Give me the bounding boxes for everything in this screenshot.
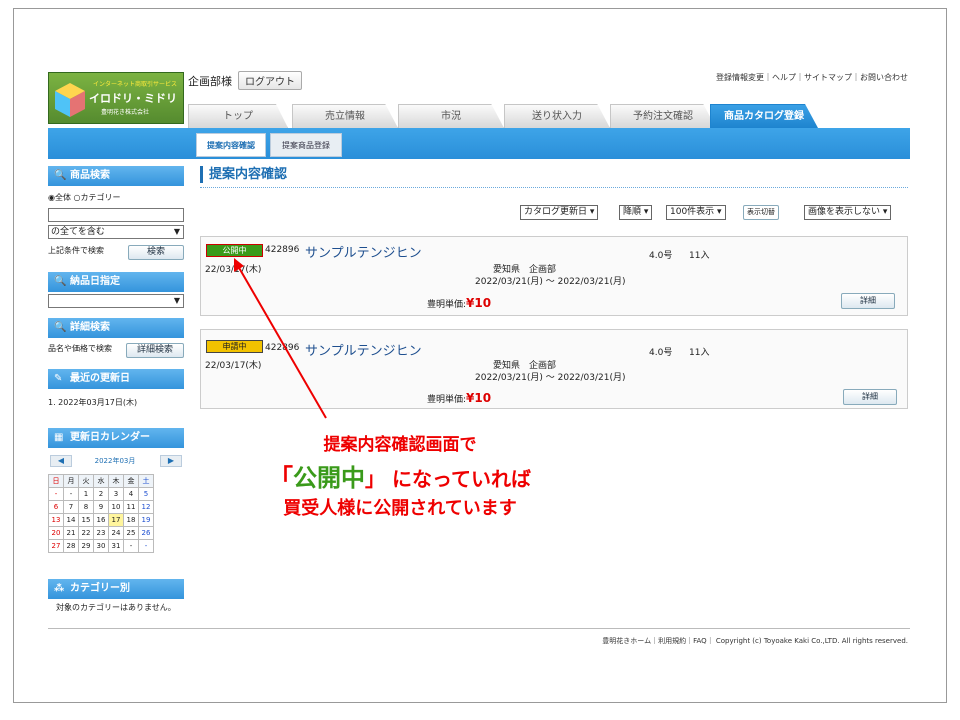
footer-divider [48, 628, 910, 629]
annotation-arrow [234, 258, 327, 419]
annotation-line-3: 買受人様に公開されています [283, 498, 517, 519]
annotation-line-1: 提案内容確認画面で [323, 435, 477, 455]
annotation-line-2: 「公開中」 になっていれば [269, 464, 531, 492]
footer-links[interactable]: 豊明花きホーム｜利用規約｜FAQ｜ Copyright (c) Toyoake … [540, 636, 908, 646]
